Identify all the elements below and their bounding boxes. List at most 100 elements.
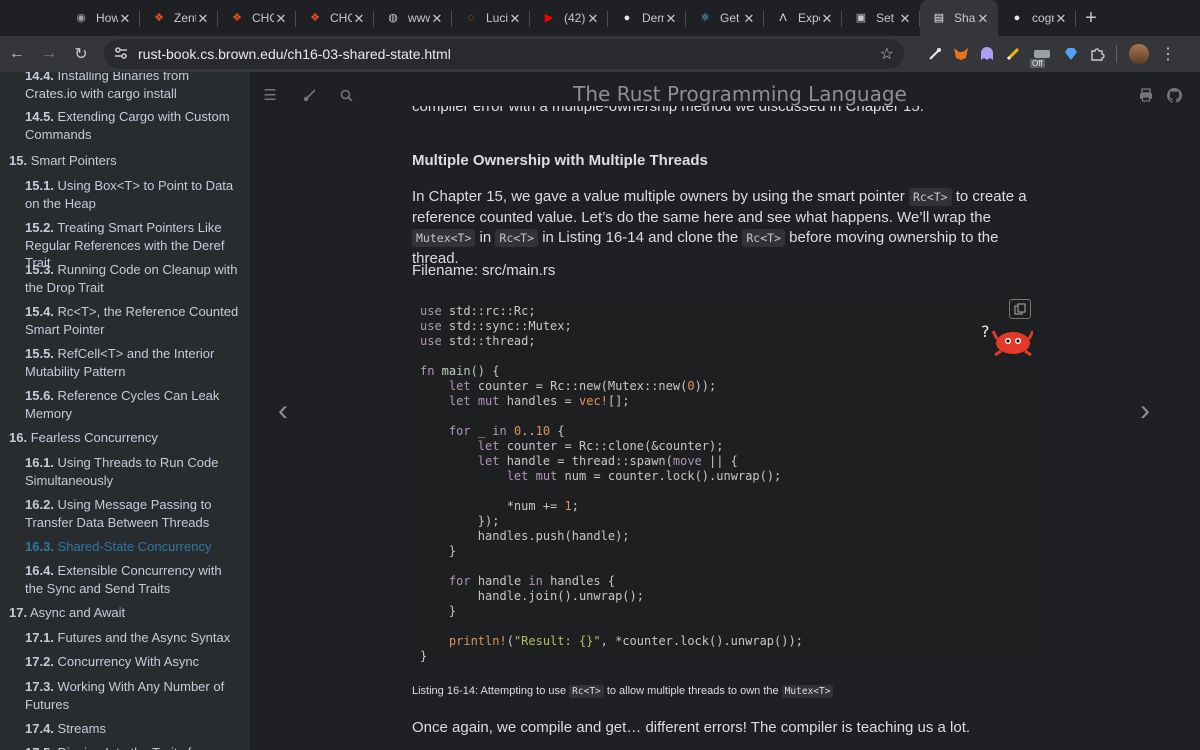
inline-code: Mutex<T> <box>412 229 476 247</box>
off-extension-icon[interactable]: Off <box>1026 39 1058 69</box>
tab-title: Expo <box>798 11 820 25</box>
sidebar-item-label: Fearless Concurrency <box>30 430 158 445</box>
sidebar-item[interactable]: 15. Smart Pointers <box>9 152 239 170</box>
tab-title: www <box>408 11 430 25</box>
sidebar-item-number: 16. <box>9 430 28 445</box>
sidebar-item[interactable]: 15.3. Running Code on Cleanup with the D… <box>25 261 240 296</box>
browser-menu-icon[interactable]: ⋮ <box>1155 39 1181 69</box>
caption-text: Listing 16-14: Attempting to use <box>412 685 570 697</box>
paragraph-text: in <box>475 229 496 246</box>
next-chapter-arrow[interactable]: › <box>1140 396 1150 426</box>
sidebar-item-number: 17. <box>9 605 28 620</box>
sidebar-item[interactable]: 15.1. Using Box<T> to Point to Data on t… <box>25 177 240 212</box>
previous-chapter-arrow[interactable]: ‹ <box>278 396 288 426</box>
browser-tab[interactable]: ❖ Zent ✕ <box>140 0 218 36</box>
tab-title: cogr <box>1032 11 1054 25</box>
browser-tab[interactable]: ◉ How ✕ <box>62 0 140 36</box>
sidebar-item-number: 16.1. <box>25 455 54 470</box>
sidebar-item[interactable]: 17.2. Concurrency With Async <box>25 653 240 671</box>
reload-icon[interactable]: ↻ <box>66 39 96 69</box>
browser-tab[interactable]: ❖ CHC ✕ <box>296 0 374 36</box>
new-tab-button[interactable]: + <box>1076 0 1106 36</box>
tab-close-icon[interactable]: ✕ <box>820 12 834 25</box>
browser-tab[interactable]: ◍ www ✕ <box>374 0 452 36</box>
sidebar-item[interactable]: 14.4. Installing Binaries from Crates.io… <box>25 72 240 102</box>
browser-tab[interactable]: Λ Expo✕ <box>764 0 842 36</box>
sidebar-item[interactable]: 17.1. Futures and the Async Syntax <box>25 629 240 647</box>
sidebar-item[interactable]: 16.2. Using Message Passing to Transfer … <box>25 496 240 531</box>
sidebar-item[interactable]: 17.3. Working With Any Number of Futures <box>25 678 240 713</box>
tab-close-icon[interactable]: ✕ <box>664 12 678 25</box>
sidebar-item-label: Working With Any Number of Futures <box>25 679 225 712</box>
sidebar-item[interactable]: 17.4. Streams <box>25 720 240 738</box>
tab-close-icon[interactable]: ✕ <box>898 12 912 25</box>
browser-tab[interactable]: ▣ Set ✕ <box>842 0 920 36</box>
bookmark-star-icon[interactable]: ☆ <box>880 44 894 64</box>
sidebar-item[interactable]: 16.4. Extensible Concurrency with the Sy… <box>25 562 240 597</box>
youtube-icon: ▶ <box>544 11 554 24</box>
tab-close-icon[interactable]: ✕ <box>274 12 288 25</box>
browser-tab[interactable]: ● Dem ✕ <box>608 0 686 36</box>
tab-close-icon[interactable]: ✕ <box>352 12 366 25</box>
sidebar-item[interactable]: 16. Fearless Concurrency <box>9 429 239 447</box>
section-heading[interactable]: Multiple Ownership with Multiple Threads <box>412 152 708 169</box>
sidebar-item[interactable]: 15.6. Reference Cycles Can Leak Memory <box>25 387 240 422</box>
tab-title: Zent <box>174 11 196 25</box>
sidebar-item-label: Futures and the Async Syntax <box>57 630 231 645</box>
address-bar[interactable]: rust-book.cs.brown.edu/ch16-03-shared-st… <box>104 39 904 69</box>
browser-tab[interactable]: ◌ Luci ✕ <box>452 0 530 36</box>
diamond-extension-icon[interactable] <box>1058 39 1084 69</box>
inline-code: Mutex<T> <box>781 685 834 698</box>
browser-tab[interactable]: ▶ (42) ✕ <box>530 0 608 36</box>
tab-close-icon[interactable]: ✕ <box>508 12 522 25</box>
tab-close-icon[interactable]: ✕ <box>586 12 600 25</box>
copy-code-button[interactable] <box>1009 299 1031 319</box>
sidebar-item[interactable]: 16.1. Using Threads to Run Code Simultan… <box>25 454 240 489</box>
sidebar-item-label: Extensible Concurrency with the Sync and… <box>25 563 222 596</box>
tab-close-icon[interactable]: ✕ <box>430 12 444 25</box>
sidebar-item[interactable]: 14.5. Extending Cargo with Custom Comman… <box>25 108 240 143</box>
browser-tab[interactable]: ❖ CHC ✕ <box>218 0 296 36</box>
tab-close-icon[interactable]: ✕ <box>976 12 990 25</box>
ferris-question-mark: ? <box>981 322 990 341</box>
tab-title: (42) <box>564 11 586 25</box>
metamask-icon[interactable] <box>948 39 974 69</box>
pencil-extension-icon[interactable] <box>1000 39 1026 69</box>
sidebar-item[interactable]: 15.5. RefCell<T> and the Interior Mutabi… <box>25 345 240 380</box>
sidebar-item[interactable]: 17.5. Digging Into the Traits for Async <box>25 744 240 750</box>
sidebar-item-number: 15.1. <box>25 178 54 193</box>
sidebar-item[interactable]: 16.3. Shared-State Concurrency <box>25 538 240 556</box>
paragraph-errors: Once again, we compile and get… differen… <box>412 719 971 736</box>
ghost-extension-icon[interactable] <box>974 39 1000 69</box>
expo-icon: Λ <box>779 11 787 24</box>
sidebar-item-number: 15.2. <box>25 220 54 235</box>
tab-strip: ◉ How ✕ ❖ Zent ✕ ❖ CHC ✕ ❖ CHC ✕ ◍ www ✕ ◌ Luci ✕ ▶ (42) ✕ ● D… <box>0 0 1200 36</box>
tab-title: CHC <box>252 11 274 25</box>
github-icon[interactable] <box>1164 85 1184 105</box>
tab-close-icon[interactable]: ✕ <box>1054 12 1068 25</box>
tab-title: How <box>96 11 118 25</box>
sidebar-item-number: 17.4. <box>25 721 54 736</box>
sidebar-item-number: 16.2. <box>25 497 54 512</box>
sidebar-item[interactable]: 15.4. Rc<T>, the Reference Counted Smart… <box>25 303 240 338</box>
tab-close-icon[interactable]: ✕ <box>118 12 132 25</box>
filename-label: Filename: src/main.rs <box>412 262 556 279</box>
sidebar-item-label: Shared-State Concurrency <box>57 539 212 554</box>
print-icon[interactable] <box>1136 85 1156 105</box>
browser-tab[interactable]: ● cogr ✕ <box>998 0 1076 36</box>
tab-close-icon[interactable]: ✕ <box>196 12 210 25</box>
site-settings-icon[interactable] <box>114 46 132 62</box>
paragraph-text: in Listing 16-14 and clone the <box>538 229 743 246</box>
browser-tab[interactable]: ▤ Shar✕ <box>920 0 998 36</box>
eyedropper-icon[interactable] <box>922 39 948 69</box>
extensions-puzzle-icon[interactable] <box>1084 39 1110 69</box>
forward-arrow-icon[interactable]: → <box>34 39 64 69</box>
browser-toolbar: ← → ↻ rust-book.cs.brown.edu/ch16-03-sha… <box>0 36 1200 72</box>
sidebar-item-number: 14.5. <box>25 109 54 124</box>
back-arrow-icon[interactable]: ← <box>2 39 32 69</box>
tab-close-icon[interactable]: ✕ <box>742 12 756 25</box>
sidebar-item-label: Concurrency With Async <box>57 654 200 669</box>
browser-tab[interactable]: ⚛ Get ✕ <box>686 0 764 36</box>
profile-avatar[interactable] <box>1129 44 1149 64</box>
sidebar-item[interactable]: 17. Async and Await <box>9 604 239 622</box>
